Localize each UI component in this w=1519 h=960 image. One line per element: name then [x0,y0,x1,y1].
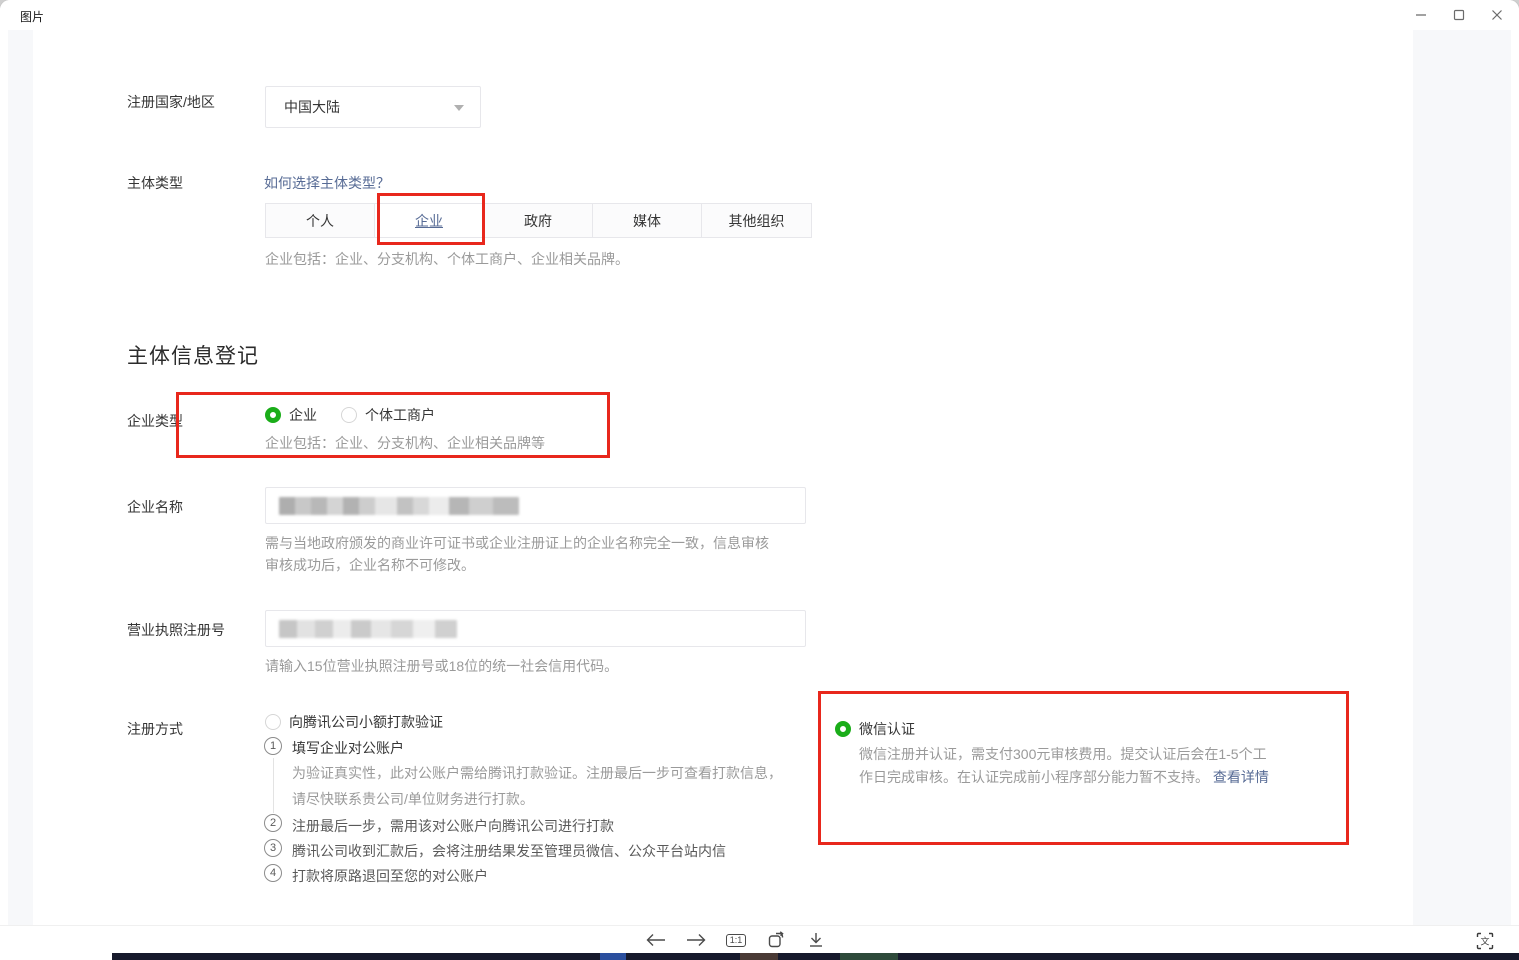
subject-type-label: 主体类型 [127,173,183,193]
taskbar-sliver [112,953,1519,960]
tab-government[interactable]: 政府 [484,204,593,237]
chevron-down-icon [454,105,464,111]
ocr-scan-text-icon: 文 [1476,932,1494,950]
page-title: 主体信息登记 [127,340,259,370]
svg-text:文: 文 [1480,936,1489,947]
step-connector-line [273,758,274,813]
rotate-icon [767,931,785,949]
step-3-title: 腾讯公司收到汇款后，会将注册结果发至管理员微信、公众平台站内信 [292,841,726,861]
actual-size-button[interactable]: 1:1 [724,928,748,952]
tab-other-org[interactable]: 其他组织 [702,204,811,237]
country-label: 注册国家/地区 [127,92,215,112]
wechat-verify-desc-2-text: 作日完成审核。在认证完成前小程序部分能力暂不支持。 [859,769,1209,785]
subject-type-caption: 企业包括：企业、分支机构、个体工商户、企业相关品牌。 [265,249,629,269]
step-4-title: 打款将原路退回至您的对公账户 [292,866,488,886]
actual-size-icon: 1:1 [726,934,747,947]
arrow-left-icon [646,933,666,947]
step-3-badge: 3 [264,839,282,857]
viewer-margin-right [1413,30,1511,925]
radio-individual-business[interactable]: 个体工商户 [341,405,435,425]
radio-enterprise[interactable]: 企业 [265,405,317,425]
radio-unselected-icon [265,714,281,730]
radio-wechat-verify-label: 微信认证 [859,719,915,739]
enterprise-name-input[interactable] [265,487,806,524]
radio-unselected-icon [341,407,357,423]
viewer-tool-group: 1:1 [644,928,828,952]
wechat-verify-desc-1: 微信注册并认证，需支付300元审核费用。提交认证后会在1-5个工 [859,744,1267,764]
license-number-label: 营业执照注册号 [127,620,225,640]
title-bar: 图片 [0,0,1519,30]
enterprise-name-label: 企业名称 [127,497,183,517]
enterprise-name-help-1: 需与当地政府颁发的商业许可证书或企业注册证上的企业名称完全一致，信息审核 [265,533,769,553]
country-select-value: 中国大陆 [284,97,340,117]
view-details-link[interactable]: 查看详情 [1213,769,1269,785]
maximize-button[interactable] [1444,2,1473,28]
window-controls [1406,0,1511,30]
close-icon [1491,9,1503,21]
wechat-verify-desc-2: 作日完成审核。在认证完成前小程序部分能力暂不支持。 查看详情 [859,767,1269,787]
license-number-input[interactable] [265,610,806,647]
maximize-icon [1453,9,1465,21]
radio-selected-icon [265,407,281,423]
register-method-label: 注册方式 [127,719,183,739]
radio-bank-transfer-label: 向腾讯公司小额打款验证 [289,712,443,732]
radio-wechat-verify[interactable]: 微信认证 [835,719,915,739]
next-image-button[interactable] [684,928,708,952]
minimize-icon [1415,9,1427,21]
arrow-right-icon [686,933,706,947]
enterprise-name-help-2: 审核成功后，企业名称不可修改。 [265,555,475,575]
tab-personal[interactable]: 个人 [266,204,375,237]
radio-individual-business-label: 个体工商户 [365,405,435,425]
radio-enterprise-label: 企业 [289,405,317,425]
step-1-badge: 1 [264,737,282,755]
step-4-badge: 4 [264,864,282,882]
redacted-enterprise-name [279,497,519,515]
radio-bank-transfer[interactable]: 向腾讯公司小额打款验证 [265,712,443,732]
step-1-desc-1: 为验证真实性，此对公账户需给腾讯打款验证。注册最后一步可查看打款信息， [292,763,782,783]
viewer-toolbar: 1:1 文 [0,925,1519,953]
subject-type-help-link[interactable]: 如何选择主体类型？ [264,173,390,193]
country-select[interactable]: 中国大陆 [265,86,481,128]
image-viewer-window: 图片 注册国家/地区 中国大陆 主体类型 如何选择主体类型？ 个人 企业 政府 … [0,0,1519,960]
license-number-help: 请输入15位营业执照注册号或18位的统一社会信用代码。 [265,656,618,676]
step-2-badge: 2 [264,814,282,832]
redacted-license-number [279,620,457,638]
enterprise-type-caption: 企业包括：企业、分支机构、企业相关品牌等 [265,433,545,453]
step-1-title: 填写企业对公账户 [292,738,404,758]
ocr-extract-text-button[interactable]: 文 [1473,929,1497,953]
radio-selected-icon [835,721,851,737]
viewer-margin-left [8,30,33,925]
tab-media[interactable]: 媒体 [593,204,702,237]
close-button[interactable] [1482,2,1511,28]
subject-type-tabs: 个人 企业 政府 媒体 其他组织 [265,203,812,238]
annotation-box-enterprise-tab [377,193,485,245]
step-2-title: 注册最后一步，需用该对公账户向腾讯公司进行打款 [292,816,614,836]
minimize-button[interactable] [1406,2,1435,28]
step-1-desc-2: 请尽快联系贵公司/单位财务进行打款。 [292,789,534,809]
rotate-button[interactable] [764,928,788,952]
download-button[interactable] [804,928,828,952]
download-icon [808,932,824,948]
enterprise-type-label: 企业类型 [127,411,183,431]
window-title: 图片 [20,8,44,25]
previous-image-button[interactable] [644,928,668,952]
